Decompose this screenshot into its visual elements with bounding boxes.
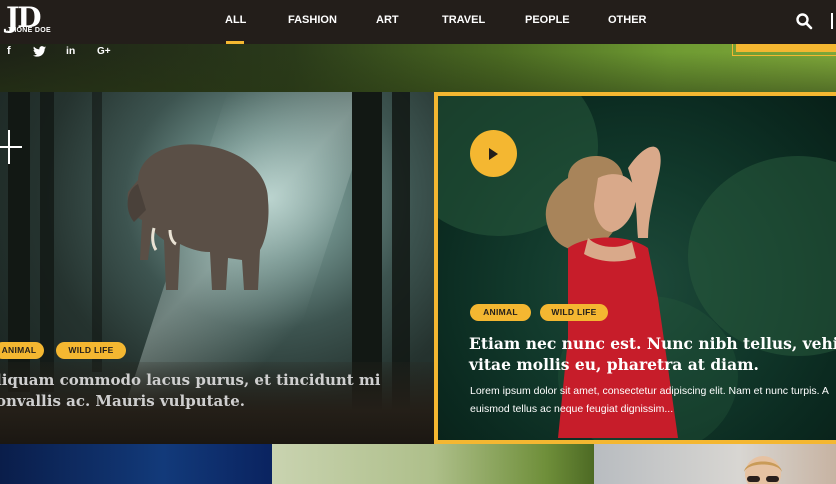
nav-active-indicator bbox=[226, 41, 244, 44]
search-icon[interactable] bbox=[795, 12, 813, 30]
card-excerpt: Lorem ipsum dolor sit amet, consectetur … bbox=[470, 385, 829, 415]
logo-text: JHONE DOE bbox=[7, 27, 51, 34]
feature-card-bottom-3[interactable] bbox=[594, 444, 836, 484]
tag-animal[interactable]: ANIMAL bbox=[470, 304, 531, 321]
google-plus-icon[interactable]: G+ bbox=[97, 46, 111, 57]
tag-animal[interactable]: ANIMAL bbox=[0, 342, 44, 359]
tag-wild-life[interactable]: WILD LIFE bbox=[540, 304, 608, 321]
feature-card-bottom-1[interactable] bbox=[0, 444, 272, 484]
elephant-image bbox=[127, 144, 269, 290]
menu-icon[interactable] bbox=[831, 13, 833, 29]
feature-card-bottom-2[interactable] bbox=[272, 444, 594, 484]
nav-item-people[interactable]: PEOPLE bbox=[525, 14, 570, 26]
play-icon bbox=[489, 148, 498, 160]
nav-item-fashion[interactable]: FASHION bbox=[288, 14, 337, 26]
site-header: JD JHONE DOE ALL FASHION ART TRAVEL PEOP… bbox=[0, 0, 836, 44]
nav-item-all[interactable]: ALL bbox=[225, 14, 246, 26]
facebook-icon[interactable]: f bbox=[7, 45, 11, 57]
nav-item-other[interactable]: OTHER bbox=[608, 14, 647, 26]
twitter-icon[interactable] bbox=[33, 46, 46, 57]
person-image bbox=[744, 456, 782, 484]
linkedin-icon[interactable]: in bbox=[66, 45, 75, 57]
plus-icon[interactable] bbox=[0, 146, 22, 148]
tag-wild-life[interactable]: WILD LIFE bbox=[56, 342, 126, 359]
nav-item-art[interactable]: ART bbox=[376, 14, 399, 26]
logo[interactable]: JD JHONE DOE bbox=[6, 3, 62, 39]
card-title[interactable]: Etiam nec nunc est. Nunc nibh tellus, ve… bbox=[469, 333, 836, 375]
card-title[interactable]: liquam commodo lacus purus, et tincidunt… bbox=[0, 370, 436, 412]
nav-item-travel[interactable]: TRAVEL bbox=[442, 14, 485, 26]
